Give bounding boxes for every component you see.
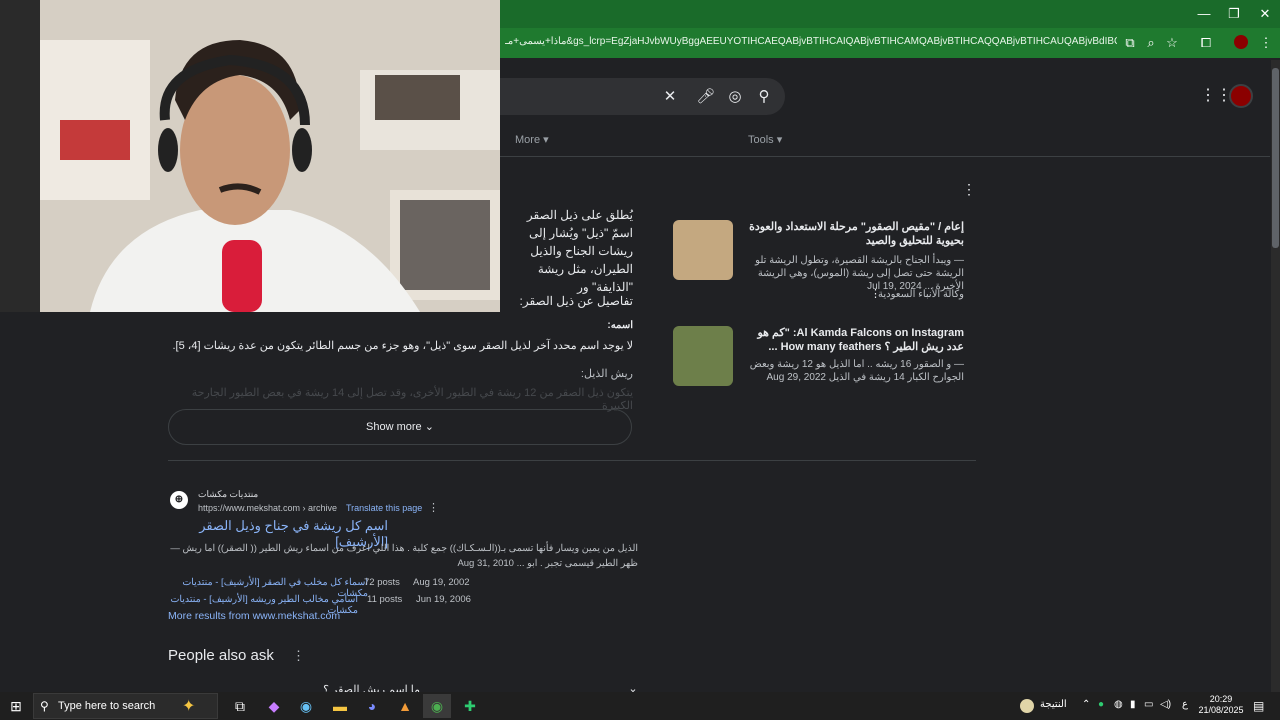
card-source: وكالة الأنباء السعودية bbox=[878, 289, 964, 300]
chrome-icon[interactable]: ◉ bbox=[423, 694, 451, 718]
result-snippet: الذيل من يمين ويسار فأنها تسمى بـ((الـسـ… bbox=[170, 543, 638, 569]
microphone-icon[interactable]: ▮ bbox=[1130, 699, 1136, 710]
tab-more[interactable]: More ▾ bbox=[515, 133, 549, 146]
card-title[interactable]: إعام / "مقيص الصقور" مرحلة الاستعداد وال… bbox=[742, 220, 964, 248]
tabs-divider bbox=[500, 156, 1270, 157]
clear-search-icon[interactable]: ✕ bbox=[660, 87, 680, 107]
site-favicon: ⊕ bbox=[170, 491, 188, 509]
paa-options-icon[interactable]: ⋮ bbox=[292, 648, 305, 664]
sublink-posts: 11 posts bbox=[367, 594, 403, 605]
card-desc: — و الصقور 16 ريشه .. اما الذيل هو 12 ري… bbox=[749, 359, 964, 383]
source-card[interactable]: إعام / "مقيص الصقور" مرحلة الاستعداد وال… bbox=[668, 216, 974, 306]
snippet-feathers-heading: ريش الذيل: bbox=[580, 368, 633, 380]
result-site-name: منتديات مكشات bbox=[198, 489, 259, 499]
discord-icon[interactable]: ◕ bbox=[358, 694, 386, 718]
sublink-date: Jun 19, 2006 bbox=[416, 594, 471, 605]
language-indicator[interactable]: ع bbox=[1182, 699, 1188, 710]
weather-icon[interactable] bbox=[1020, 699, 1034, 713]
more-options-icon[interactable]: ⋮ bbox=[962, 181, 976, 198]
windows-start-icon[interactable]: ⊞ bbox=[2, 694, 30, 718]
tray-icon[interactable]: ◍ bbox=[1114, 699, 1123, 710]
sparkle-icon: ✦ bbox=[182, 698, 196, 715]
zoom-icon[interactable]: ⌕ bbox=[1141, 34, 1161, 52]
webcam-overlay bbox=[0, 0, 500, 312]
menu-icon[interactable]: ⋮ bbox=[1256, 34, 1276, 52]
search-icon[interactable]: ⚲ bbox=[754, 87, 774, 107]
weather-label[interactable]: النتيجة bbox=[1040, 699, 1067, 710]
account-avatar[interactable] bbox=[1229, 84, 1253, 108]
steam-icon[interactable]: ◉ bbox=[292, 694, 320, 718]
translate-link[interactable]: Translate this page bbox=[346, 503, 422, 513]
app-icon[interactable]: ▲ bbox=[391, 694, 419, 718]
section-divider bbox=[168, 460, 976, 461]
voice-search-icon[interactable]: 🎤︎ bbox=[696, 87, 716, 107]
sublink-posts: 72 posts bbox=[364, 577, 400, 588]
apps-grid-icon[interactable]: ⋮⋮⋮ bbox=[1200, 87, 1248, 105]
notifications-icon[interactable]: ▤ bbox=[1253, 699, 1264, 713]
tray-app-icon[interactable]: ● bbox=[1098, 699, 1104, 710]
search-icon: ⚲ bbox=[40, 699, 49, 713]
profile-avatar[interactable] bbox=[1234, 35, 1248, 49]
clock[interactable]: 20:29 21/08/2025 bbox=[1198, 694, 1244, 716]
people-also-ask-title: People also ask bbox=[168, 647, 274, 664]
close-window-button[interactable]: ✕ bbox=[1253, 4, 1277, 24]
card-title[interactable]: Al Kamda Falcons on Instagram: "كم هو عد… bbox=[742, 326, 964, 354]
file-explorer-icon[interactable]: ▬ bbox=[326, 694, 354, 718]
tray-chevron-icon[interactable]: ⌃ bbox=[1082, 699, 1090, 710]
snippet-name-text: لا يوجد اسم محدد آخر لذيل الصقر سوى "ذيل… bbox=[172, 340, 633, 352]
app-green-icon[interactable]: ✚ bbox=[456, 694, 484, 718]
copilot-icon[interactable]: ◆ bbox=[260, 694, 288, 718]
scrollbar-thumb[interactable] bbox=[1272, 68, 1279, 248]
result-options-icon[interactable]: ⋮ bbox=[428, 501, 439, 514]
snippet-name-heading: اسمه: bbox=[607, 320, 633, 331]
source-card[interactable]: Al Kamda Falcons on Instagram: "كم هو عد… bbox=[668, 322, 974, 402]
url-text[interactable]: ماذا+يسمى+مـ&gs_lcrp=EgZjaHJvbWUyBggAEEU… bbox=[505, 36, 1117, 47]
minimize-button[interactable]: — bbox=[1192, 4, 1216, 24]
translate-icon[interactable]: ⧉ bbox=[1120, 34, 1140, 52]
snippet-text: يُطلق على ذيل الصقر اسمّ "ذيل" ويُشار إل… bbox=[526, 208, 633, 294]
clock-time: 20:29 bbox=[1209, 694, 1233, 704]
maximize-button[interactable]: ❐ bbox=[1222, 4, 1246, 24]
card-thumbnail bbox=[673, 220, 733, 280]
tab-tools[interactable]: Tools ▾ bbox=[748, 133, 782, 146]
show-more-button[interactable]: Show more ⌄ bbox=[168, 409, 632, 445]
result-url: https://www.mekshat.com › archive bbox=[198, 503, 338, 513]
webcam-image bbox=[0, 0, 500, 312]
clock-date: 21/08/2025 bbox=[1198, 705, 1244, 715]
sublink-date: Aug 19, 2002 bbox=[413, 577, 470, 588]
extensions-icon[interactable]: ⧠ bbox=[1196, 34, 1216, 52]
volume-icon[interactable]: ◁) bbox=[1160, 699, 1171, 710]
task-view-icon[interactable]: ⧉ bbox=[226, 694, 254, 718]
lens-search-icon[interactable]: ◎ bbox=[725, 87, 745, 107]
bookmark-star-icon[interactable]: ☆ bbox=[1162, 34, 1182, 52]
taskbar-search-placeholder: Type here to search bbox=[58, 700, 156, 712]
more-results-link[interactable]: More results from www.mekshat.com bbox=[168, 610, 340, 622]
card-thumbnail bbox=[673, 326, 733, 386]
network-icon[interactable]: ▭ bbox=[1144, 699, 1153, 710]
card-options-icon[interactable]: ⋮ bbox=[870, 287, 881, 300]
